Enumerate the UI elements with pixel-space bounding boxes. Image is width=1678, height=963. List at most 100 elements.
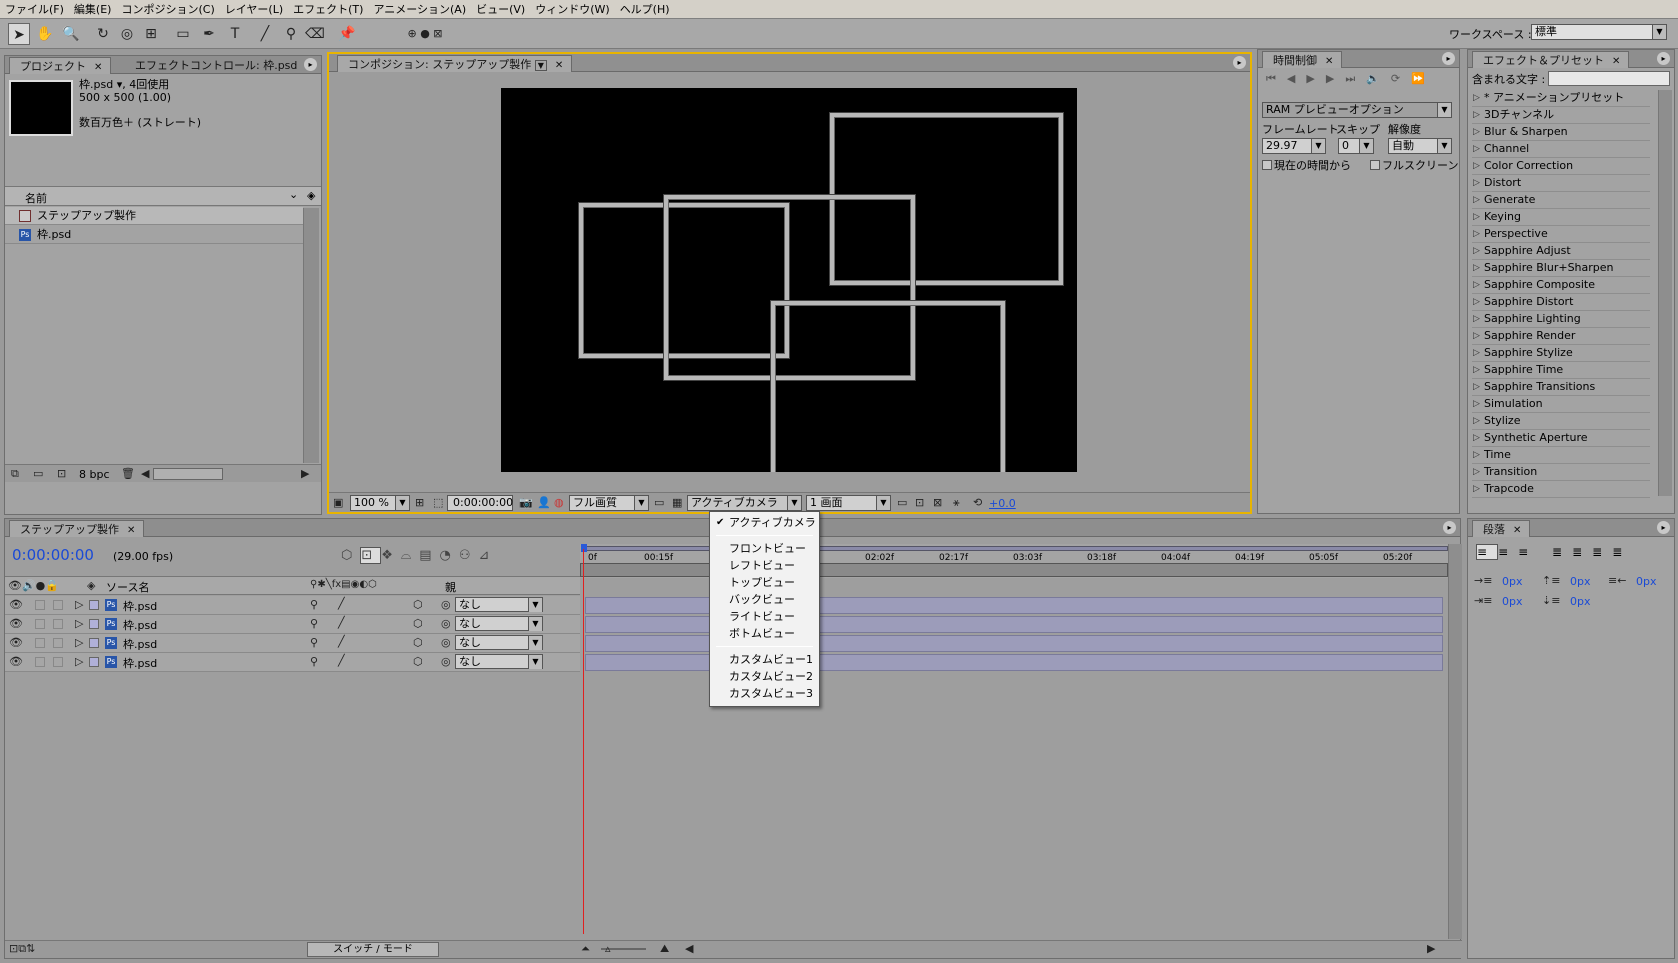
playhead-line[interactable]	[583, 549, 584, 934]
effect-category-item[interactable]: Channel	[1472, 141, 1650, 158]
next-frame-icon[interactable]: ▶	[1326, 72, 1345, 85]
timeline-icon[interactable]: ⊠	[933, 496, 942, 509]
menu-item-left-view[interactable]: レフトビュー	[711, 557, 818, 574]
audio-toggle[interactable]	[35, 600, 45, 610]
indent-left-value[interactable]: 0px	[1502, 575, 1523, 588]
expand-triangle-icon[interactable]: ▷	[75, 617, 83, 630]
expand-triangle-icon[interactable]: ▷	[75, 636, 83, 649]
pan-behind-icon[interactable]: ⊞	[140, 23, 162, 45]
expand-triangle-icon[interactable]: ▷	[75, 655, 83, 668]
effects-search-input[interactable]	[1548, 71, 1670, 86]
justify-right-icon[interactable]: ≣	[1592, 545, 1612, 559]
menu-item-back-view[interactable]: バックビュー	[711, 591, 818, 608]
workspace-select[interactable]: 標準 ▼	[1531, 24, 1667, 40]
mask-visibility-icon[interactable]: ⬚	[433, 496, 443, 509]
transparency-grid-icon[interactable]: ▦	[672, 496, 682, 509]
menu-item-bottom-view[interactable]: ボトムビュー	[711, 625, 818, 642]
bit-depth[interactable]: 8 bpc	[79, 468, 110, 481]
close-icon[interactable]: ✕	[1513, 525, 1521, 536]
visibility-eye-icon[interactable]: 👁	[9, 617, 23, 630]
new-comp-icon[interactable]: ⊡	[57, 467, 66, 480]
rotate-tool-icon[interactable]: ↻	[92, 23, 114, 45]
play-icon[interactable]: ▶	[1306, 72, 1325, 85]
reset-exposure-icon[interactable]: ⟲	[973, 496, 982, 509]
audio-toggle[interactable]	[35, 619, 45, 629]
effect-category-item[interactable]: 3Dチャンネル	[1472, 107, 1650, 124]
expand-panes-icons[interactable]: ⊡⧉⇅	[9, 942, 35, 956]
space-before-value[interactable]: 0px	[1570, 575, 1591, 588]
visibility-eye-icon[interactable]: 👁	[9, 636, 23, 649]
shy-switch-icon[interactable]: ⚲	[310, 617, 318, 630]
effect-category-item[interactable]: Simulation	[1472, 396, 1650, 413]
draft-3d-icon[interactable]: ❖	[381, 548, 401, 563]
layer-name[interactable]: 枠.psd	[123, 636, 157, 652]
effect-category-item[interactable]: Distort	[1472, 175, 1650, 192]
layer-row[interactable]: 👁 ▷ Ps 枠.psd ⚲ ╱ ⬡ ◎ なし ▼	[5, 653, 580, 672]
parent-select[interactable]: なし ▼	[455, 597, 543, 612]
close-icon[interactable]: ✕	[555, 60, 563, 71]
tab-timeline[interactable]: ステップアップ製作 ✕	[9, 520, 145, 537]
effect-category-item[interactable]: Sapphire Adjust	[1472, 243, 1650, 260]
effect-category-item[interactable]: Trapcode	[1472, 481, 1650, 498]
label-color-swatch[interactable]	[89, 600, 99, 610]
close-icon[interactable]: ✕	[94, 62, 102, 73]
trash-icon[interactable]: 🗑	[121, 467, 135, 480]
rectangle-mask-icon[interactable]: ▭	[172, 23, 194, 45]
effect-category-item[interactable]: Sapphire Distort	[1472, 294, 1650, 311]
axis-mode-icons[interactable]: ⊕ ● ⊠	[400, 23, 450, 45]
first-line-indent-value[interactable]: 0px	[1502, 595, 1523, 608]
zoom-out-icon[interactable]: ⏶	[581, 942, 590, 956]
exposure-value[interactable]: +0.0	[989, 497, 1016, 510]
tab-time-control[interactable]: 時間制御 ✕	[1262, 51, 1343, 68]
camera-select[interactable]: アクティブカメラ ▼	[687, 495, 802, 511]
layer-name[interactable]: 枠.psd	[123, 598, 157, 614]
quality-switch-icon[interactable]: ╱	[338, 616, 345, 629]
panel-menu-icon[interactable]: ▸	[1233, 56, 1246, 69]
pick-whip-icon[interactable]: ◎	[441, 617, 451, 630]
visibility-eye-icon[interactable]: 👁	[9, 655, 23, 668]
visibility-eye-icon[interactable]: 👁	[9, 598, 23, 611]
fullscreen-checkbox[interactable]	[1370, 160, 1380, 170]
file-name[interactable]: 枠.psd ▾, 4回使用	[79, 78, 201, 91]
effect-category-item[interactable]: Synthetic Aperture	[1472, 430, 1650, 447]
label-color-swatch[interactable]	[89, 638, 99, 648]
panel-menu-icon[interactable]: ▸	[1443, 521, 1456, 534]
effect-category-item[interactable]: Sapphire Stylize	[1472, 345, 1650, 362]
parent-select[interactable]: なし ▼	[455, 654, 543, 669]
justify-center-icon[interactable]: ≣	[1572, 545, 1592, 559]
menu-composition[interactable]: コンポジション(C)	[116, 0, 219, 17]
effect-category-item[interactable]: Keying	[1472, 209, 1650, 226]
project-item-psd[interactable]: Ps 枠.psd	[5, 226, 303, 244]
layer-name[interactable]: 枠.psd	[123, 655, 157, 671]
timeline-timecode[interactable]: 0:00:00:00	[12, 546, 94, 564]
framerate-select[interactable]: 29.97 ▼	[1262, 138, 1326, 154]
composition-viewer[interactable]	[501, 88, 1077, 472]
toggle-pixel-aspect-icon[interactable]: ▭	[897, 496, 907, 509]
zoom-in-icon[interactable]: ⛰	[660, 942, 669, 956]
playhead-handle[interactable]	[581, 544, 587, 552]
frame-blending-icon[interactable]: ▤	[419, 548, 439, 563]
effect-category-item[interactable]: Generate	[1472, 192, 1650, 209]
quality-switch-icon[interactable]: ╱	[338, 654, 345, 667]
solo-toggle[interactable]	[53, 600, 63, 610]
pick-whip-icon[interactable]: ◎	[441, 636, 451, 649]
comp-timecode[interactable]: 0:00:00:00	[447, 495, 513, 511]
space-after-value[interactable]: 0px	[1570, 595, 1591, 608]
channel-rgb-icon[interactable]: ◍	[554, 496, 564, 509]
3d-layer-icon[interactable]: ⬡	[413, 655, 423, 668]
effect-category-item[interactable]: Time	[1472, 447, 1650, 464]
close-icon[interactable]: ✕	[1612, 56, 1620, 67]
hide-shy-icon[interactable]: ⌓	[401, 548, 419, 563]
menu-item-front-view[interactable]: フロントビュー	[711, 540, 818, 557]
show-snapshot-icon[interactable]: 👤	[537, 496, 551, 509]
3d-layer-icon[interactable]: ⬡	[413, 636, 423, 649]
audio-toggle[interactable]	[35, 657, 45, 667]
justify-left-icon[interactable]: ≣	[1552, 545, 1572, 559]
sort-chevron-icon[interactable]: ⌄	[289, 188, 298, 201]
snapshot-icon[interactable]: 📷	[519, 496, 533, 509]
3d-layer-icon[interactable]: ⬡	[413, 598, 423, 611]
menu-view[interactable]: ビュー(V)	[471, 0, 530, 17]
menu-item-top-view[interactable]: トップビュー	[711, 574, 818, 591]
horizontal-scrollbar[interactable]	[153, 468, 223, 480]
effect-category-item[interactable]: Sapphire Time	[1472, 362, 1650, 379]
